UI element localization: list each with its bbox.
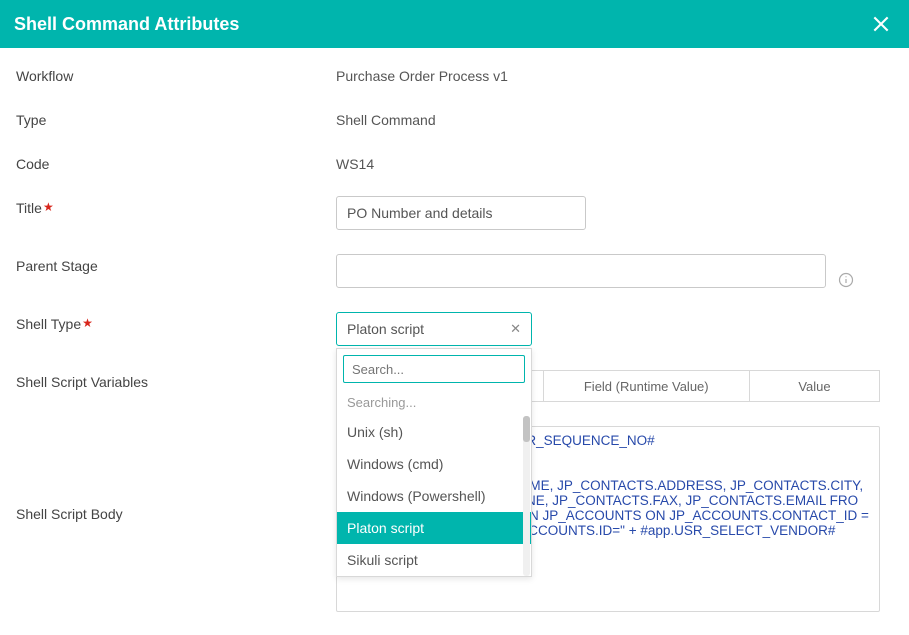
label-title: Title★ — [16, 196, 336, 216]
label-shell-script-variables: Shell Script Variables — [16, 370, 336, 390]
dropdown-status-text: Searching... — [337, 389, 531, 416]
dropdown-option[interactable]: Platon script — [337, 512, 531, 544]
label-title-text: Title — [16, 200, 42, 216]
required-asterisk-icon: ★ — [43, 200, 54, 214]
shell-type-selected-value: Platon script — [347, 321, 506, 337]
shell-type-select[interactable]: Platon script ✕ — [336, 312, 532, 346]
variables-col-field: Field (Runtime Value) — [543, 371, 750, 401]
label-shell-script-body: Shell Script Body — [16, 426, 336, 522]
scrollbar-thumb[interactable] — [523, 416, 530, 442]
info-icon[interactable] — [838, 272, 854, 288]
dialog-header: Shell Command Attributes — [0, 0, 909, 48]
label-parent-stage: Parent Stage — [16, 254, 336, 274]
dropdown-option[interactable]: Windows (cmd) — [337, 448, 531, 480]
clear-icon[interactable]: ✕ — [506, 321, 525, 337]
dropdown-option[interactable]: Sikuli script — [337, 544, 531, 576]
variables-col-value: Value — [749, 371, 879, 401]
label-workflow: Workflow — [16, 64, 336, 84]
dialog-title: Shell Command Attributes — [14, 14, 239, 35]
required-asterisk-icon: ★ — [82, 316, 93, 330]
close-button[interactable] — [867, 10, 895, 38]
value-code: WS14 — [336, 152, 893, 172]
value-workflow: Purchase Order Process v1 — [336, 64, 893, 84]
dropdown-option[interactable]: Unix (sh) — [337, 416, 531, 448]
dropdown-option[interactable]: Windows (Powershell) — [337, 480, 531, 512]
label-code: Code — [16, 152, 336, 172]
dialog-body: Workflow Purchase Order Process v1 Type … — [0, 48, 909, 635]
label-type: Type — [16, 108, 336, 128]
value-type: Shell Command — [336, 108, 893, 128]
dropdown-option-list: Unix (sh) Windows (cmd) Windows (Powersh… — [337, 416, 531, 576]
dropdown-search-input[interactable] — [343, 355, 525, 383]
label-shell-type: Shell Type★ — [16, 312, 336, 332]
label-shell-type-text: Shell Type — [16, 316, 81, 332]
close-icon — [871, 14, 891, 34]
parent-stage-input[interactable] — [336, 254, 826, 288]
shell-type-dropdown: Searching... Unix (sh) Windows (cmd) Win… — [336, 348, 532, 577]
title-input[interactable] — [336, 196, 586, 230]
